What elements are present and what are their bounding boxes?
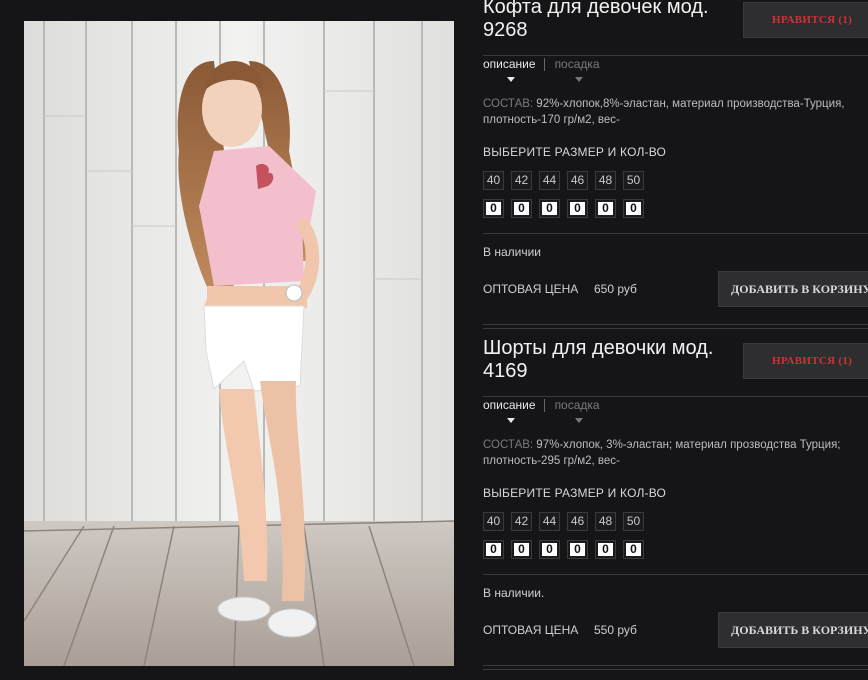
size-options: 40 42 44 46 48 50 [483, 171, 651, 190]
quantity-field[interactable]: 0 [483, 199, 504, 218]
tab-fit[interactable]: посадка [555, 398, 600, 412]
quantity-field[interactable]: 0 [595, 540, 616, 559]
composition-label: СОСТАВ: [483, 98, 534, 110]
product-description: СОСТАВ: 97%-хлопок, 3%-эластан; материал… [483, 437, 868, 469]
size-option[interactable]: 48 [595, 512, 616, 531]
quantity-field[interactable]: 0 [539, 540, 560, 559]
divider [483, 233, 868, 234]
tab-description[interactable]: описание [483, 57, 536, 71]
price-label: ОПТОВАЯ ЦЕНА [483, 282, 579, 296]
size-option[interactable]: 40 [483, 512, 504, 531]
quantity-field[interactable]: 0 [567, 540, 588, 559]
size-option[interactable]: 48 [595, 171, 616, 190]
price-value: 650 руб [594, 282, 637, 296]
chevron-down-icon [575, 77, 583, 82]
size-option[interactable]: 44 [539, 171, 560, 190]
choose-size-label: ВЫБЕРИТЕ РАЗМЕР И КОЛ-ВО [483, 486, 667, 500]
product-title[interactable]: Кофта для девочек мод. 9268 [483, 0, 723, 42]
composition-text: 97%-хлопок, 3%-эластан; материал прозвод… [483, 439, 841, 467]
divider [483, 55, 868, 56]
product-title[interactable]: Шорты для девочки мод. 4169 [483, 337, 723, 383]
tab-indicator-icon [507, 77, 515, 82]
size-option[interactable]: 46 [567, 512, 588, 531]
size-option[interactable]: 50 [623, 171, 644, 190]
divider [483, 328, 868, 329]
product-photo[interactable] [24, 21, 454, 666]
size-option[interactable]: 50 [623, 512, 644, 531]
price-row: ОПТОВАЯ ЦЕНА 650 руб [483, 282, 637, 296]
stock-status: В наличии [483, 245, 542, 259]
price-label: ОПТОВАЯ ЦЕНА [483, 623, 579, 637]
price-row: ОПТОВАЯ ЦЕНА 550 руб [483, 623, 637, 637]
tabs: описание посадка [483, 398, 600, 412]
tab-fit[interactable]: посадка [555, 57, 600, 71]
divider [483, 396, 868, 397]
like-button[interactable]: НРАВИТСЯ (1) [743, 343, 868, 379]
composition-label: СОСТАВ: [483, 439, 534, 451]
tab-separator [543, 57, 545, 71]
quantity-field[interactable]: 0 [623, 199, 644, 218]
tab-description[interactable]: описание [483, 398, 536, 412]
quantity-field[interactable]: 0 [539, 199, 560, 218]
add-to-cart-button[interactable]: ДОБАВИТЬ В КОРЗИНУ [718, 271, 868, 307]
product-photo-image [24, 21, 454, 666]
size-option[interactable]: 42 [511, 512, 532, 531]
choose-size-label: ВЫБЕРИТЕ РАЗМЕР И КОЛ-ВО [483, 145, 667, 159]
divider [483, 324, 868, 325]
tab-separator [543, 398, 545, 412]
product-card: Шорты для девочки мод. 4169 НРАВИТСЯ (1)… [483, 337, 868, 680]
size-option[interactable]: 42 [511, 171, 532, 190]
tab-indicator-icon [507, 418, 515, 423]
quantity-field[interactable]: 0 [567, 199, 588, 218]
quantity-field[interactable]: 0 [511, 199, 532, 218]
quantity-field[interactable]: 0 [595, 199, 616, 218]
size-options: 40 42 44 46 48 50 [483, 512, 651, 531]
chevron-down-icon [575, 418, 583, 423]
divider [483, 669, 868, 670]
quantity-field[interactable]: 0 [511, 540, 532, 559]
like-button[interactable]: НРАВИТСЯ (1) [743, 2, 868, 38]
quantity-inputs: 0 0 0 0 0 0 [483, 540, 651, 559]
composition-text: 92%-хлопок,8%-эластан, материал производ… [483, 98, 845, 126]
tabs: описание посадка [483, 57, 600, 71]
size-option[interactable]: 46 [567, 171, 588, 190]
size-option[interactable]: 40 [483, 171, 504, 190]
divider [483, 574, 868, 575]
quantity-field[interactable]: 0 [623, 540, 644, 559]
quantity-inputs: 0 0 0 0 0 0 [483, 199, 651, 218]
price-value: 550 руб [594, 623, 637, 637]
size-option[interactable]: 44 [539, 512, 560, 531]
product-card: Кофта для девочек мод. 9268 НРАВИТСЯ (1)… [483, 0, 868, 330]
product-description: СОСТАВ: 92%-хлопок,8%-эластан, материал … [483, 96, 868, 128]
add-to-cart-button[interactable]: ДОБАВИТЬ В КОРЗИНУ [718, 612, 868, 648]
stock-status: В наличии. [483, 586, 545, 600]
quantity-field[interactable]: 0 [483, 540, 504, 559]
divider [483, 665, 868, 666]
